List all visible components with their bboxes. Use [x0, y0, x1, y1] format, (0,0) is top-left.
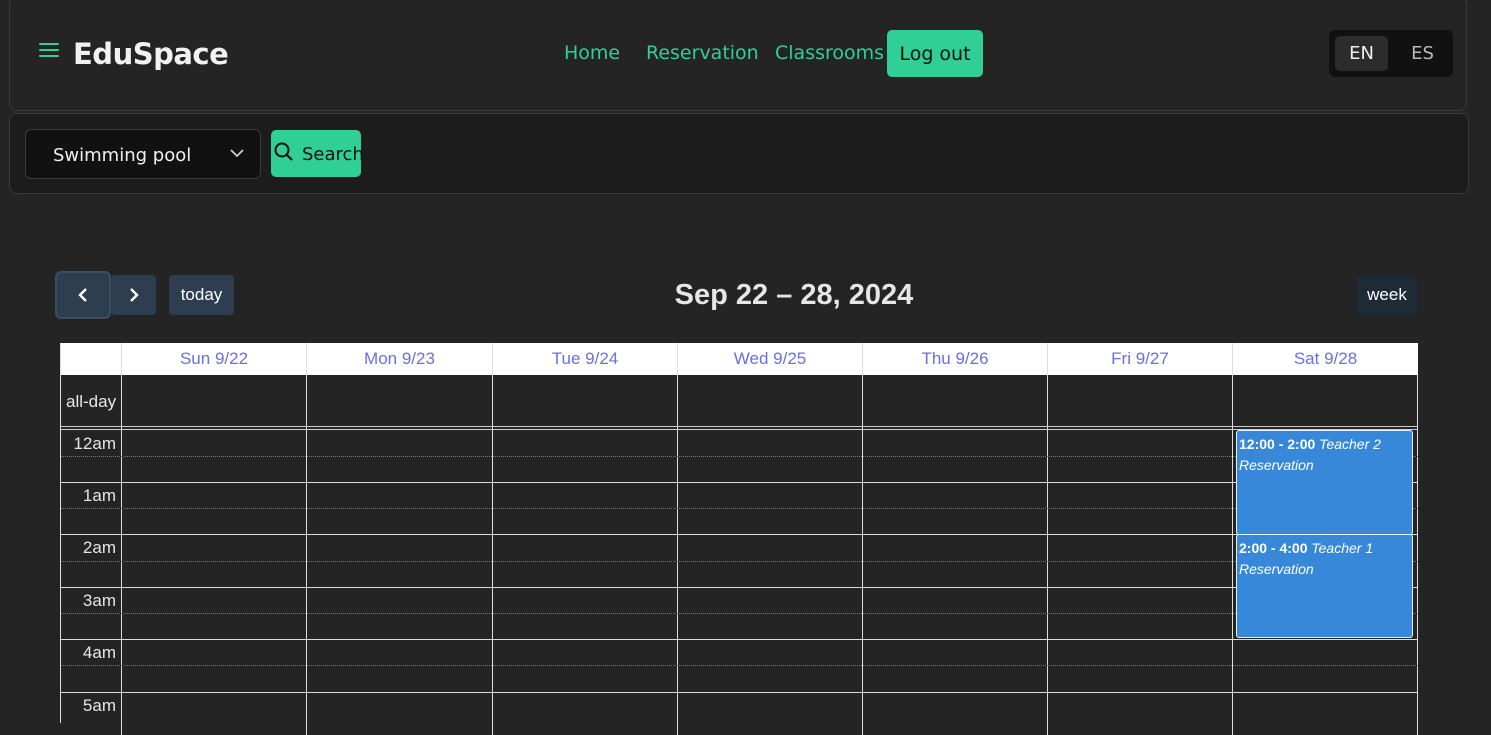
hour-label-2am: 2am: [82, 538, 116, 557]
event-teacher-1-reservation[interactable]: 2:00 - 4:00 Teacher 1 Reservation: [1236, 534, 1413, 638]
day-header-tue[interactable]: Tue 9/24: [492, 343, 677, 375]
day-header-sat[interactable]: Sat 9/28: [1232, 343, 1418, 375]
allday-label: all-day: [66, 392, 117, 411]
event-time: 2:00 - 4:00: [1239, 540, 1308, 556]
grid-line: [61, 692, 1418, 693]
grid-line: [61, 482, 1418, 483]
search-button[interactable]: Search: [271, 130, 364, 177]
nav-classrooms[interactable]: Classrooms: [775, 42, 884, 64]
grid-line: [61, 613, 1418, 614]
day-header-wed[interactable]: Wed 9/25: [677, 343, 862, 375]
event-time: 12:00 - 2:00: [1239, 436, 1316, 452]
top-navbar: EduSpace Home Reservation Classrooms Log…: [9, 0, 1467, 111]
grid-line: [61, 534, 1418, 535]
room-select[interactable]: Swimming pool: [25, 129, 261, 179]
grid-line: [61, 587, 1418, 588]
chevron-down-icon: [230, 149, 244, 158]
day-header-row: Sun 9/22 Mon 9/23 Tue 9/24 Wed 9/25 Thu …: [61, 343, 1418, 375]
grid-line: [61, 426, 1418, 427]
hour-label-5am: 5am: [82, 696, 116, 715]
logout-button[interactable]: Log out: [887, 30, 983, 77]
hour-label-4am: 4am: [82, 643, 116, 662]
room-select-value: Swimming pool: [53, 145, 192, 166]
filter-bar: Swimming pool Search: [9, 113, 1469, 194]
day-header-mon[interactable]: Mon 9/23: [306, 343, 492, 375]
language-switcher: EN ES: [1329, 30, 1453, 77]
week-view-button[interactable]: week: [1356, 275, 1418, 315]
nav-home[interactable]: Home: [564, 42, 620, 64]
day-header-fri[interactable]: Fri 9/27: [1047, 343, 1232, 375]
calendar-title: Sep 22 – 28, 2024: [674, 279, 914, 311]
grid-line: [61, 639, 1418, 640]
hour-label-12am: 12am: [73, 434, 116, 453]
nav-reservation[interactable]: Reservation: [646, 42, 759, 64]
grid-line: [61, 561, 1418, 562]
event-teacher-2-reservation[interactable]: 12:00 - 2:00 Teacher 2 Reservation: [1236, 430, 1413, 535]
grid-line: [61, 429, 1418, 430]
search-button-label: Search: [302, 144, 364, 165]
grid-line: [61, 665, 1418, 666]
calendar-grid: Sun 9/22 Mon 9/23 Tue 9/24 Wed 9/25 Thu …: [60, 343, 1418, 735]
lang-es-button[interactable]: ES: [1396, 36, 1449, 71]
day-header-sun[interactable]: Sun 9/22: [121, 343, 306, 375]
hour-label-1am: 1am: [82, 486, 116, 505]
grid-line: [61, 456, 1418, 457]
search-icon: [274, 142, 293, 161]
hour-label-3am: 3am: [82, 591, 116, 610]
lang-en-button[interactable]: EN: [1335, 36, 1388, 71]
hamburger-menu-icon[interactable]: [39, 43, 59, 59]
grid-line: [61, 508, 1418, 509]
brand-logo[interactable]: EduSpace: [73, 37, 229, 71]
day-header-thu[interactable]: Thu 9/26: [862, 343, 1047, 375]
